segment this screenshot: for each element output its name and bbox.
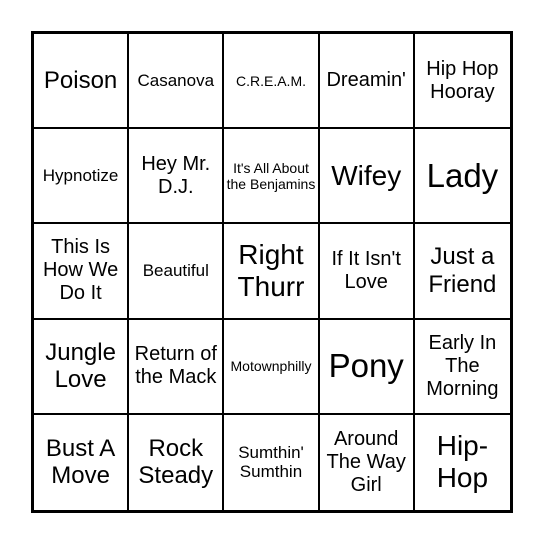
- bingo-cell[interactable]: Right Thurr: [224, 224, 320, 320]
- bingo-cell[interactable]: Poison: [34, 34, 130, 130]
- bingo-cell-label: Beautiful: [142, 261, 209, 281]
- bingo-cell[interactable]: Wifey: [319, 129, 415, 225]
- bingo-cell[interactable]: Around The Way Girl: [320, 414, 415, 510]
- bingo-cell[interactable]: This Is How We Do It: [34, 224, 130, 320]
- bingo-cell-label: C.R.E.A.M.: [235, 72, 306, 89]
- bingo-cell-label: Hip-Hop: [436, 430, 489, 494]
- bingo-board: Poison Casanova C.R.E.A.M. Dreamin' Hip Hop …: [31, 31, 513, 513]
- bingo-cell-label: It's All About the Benjamins: [226, 159, 316, 192]
- bingo-cell-label: Hypnotize: [42, 166, 119, 186]
- bingo-cell-label: Around The Way Girl: [326, 427, 406, 496]
- bingo-cell[interactable]: It's All About the Benjamins: [224, 129, 320, 225]
- bingo-cell[interactable]: Bust A Move: [34, 414, 130, 510]
- bingo-cell[interactable]: Return of the Mack: [129, 319, 225, 415]
- bingo-cell-label: Right Thurr: [237, 238, 305, 302]
- bingo-cell[interactable]: Early In The Morning: [414, 320, 510, 415]
- bingo-cell[interactable]: Just a Friend: [414, 224, 510, 320]
- bingo-cell[interactable]: Sumthin' Sumthin: [224, 414, 320, 510]
- bingo-cell[interactable]: Hip-Hop: [415, 415, 510, 510]
- bingo-cell[interactable]: If It Isn't Love: [319, 224, 415, 320]
- bingo-cell-label: Motownphilly: [230, 358, 312, 375]
- bingo-cell-label: Pony: [328, 347, 404, 385]
- bingo-cell-label: Rock Steady: [138, 434, 214, 490]
- bingo-cell-label: Lady: [426, 156, 499, 194]
- bingo-cell[interactable]: Hypnotize: [34, 129, 130, 225]
- bingo-cell-label: Hey Mr. D.J.: [141, 152, 211, 198]
- bingo-cell-label: Jungle Love: [45, 338, 116, 394]
- bingo-cell-label: If It Isn't Love: [331, 247, 401, 293]
- bingo-cell[interactable]: Jungle Love: [34, 319, 130, 415]
- bingo-cell[interactable]: Hey Mr. D.J.: [129, 129, 225, 225]
- bingo-cell-label: Hip Hop Hooray: [426, 57, 499, 103]
- bingo-cell-label: Sumthin' Sumthin: [238, 442, 304, 482]
- bingo-cell[interactable]: Rock Steady: [129, 414, 225, 510]
- bingo-cell[interactable]: Hip Hop Hooray: [414, 34, 510, 130]
- bingo-cell[interactable]: Beautiful: [129, 224, 225, 320]
- bingo-cell-label: This Is How We Do It: [42, 236, 119, 305]
- bingo-cell-label: Return of the Mack: [134, 343, 217, 389]
- bingo-cell[interactable]: Casanova: [129, 34, 225, 130]
- bingo-cell-label: Bust A Move: [45, 434, 116, 490]
- bingo-cell-label: Just a Friend: [428, 243, 497, 298]
- bingo-cell-label: Casanova: [137, 70, 215, 90]
- bingo-cell-label: Early In The Morning: [426, 331, 499, 400]
- bingo-cell-label: Poison: [43, 66, 118, 94]
- bingo-cell[interactable]: C.R.E.A.M.: [224, 34, 320, 130]
- bingo-cell-label: Wifey: [331, 159, 402, 191]
- bingo-cell[interactable]: Lady: [414, 129, 510, 225]
- bingo-cell-label: Dreamin': [326, 69, 406, 92]
- bingo-cell[interactable]: Dreamin': [319, 34, 415, 130]
- bingo-cell[interactable]: Pony: [319, 319, 415, 415]
- bingo-cell[interactable]: Motownphilly: [224, 319, 320, 415]
